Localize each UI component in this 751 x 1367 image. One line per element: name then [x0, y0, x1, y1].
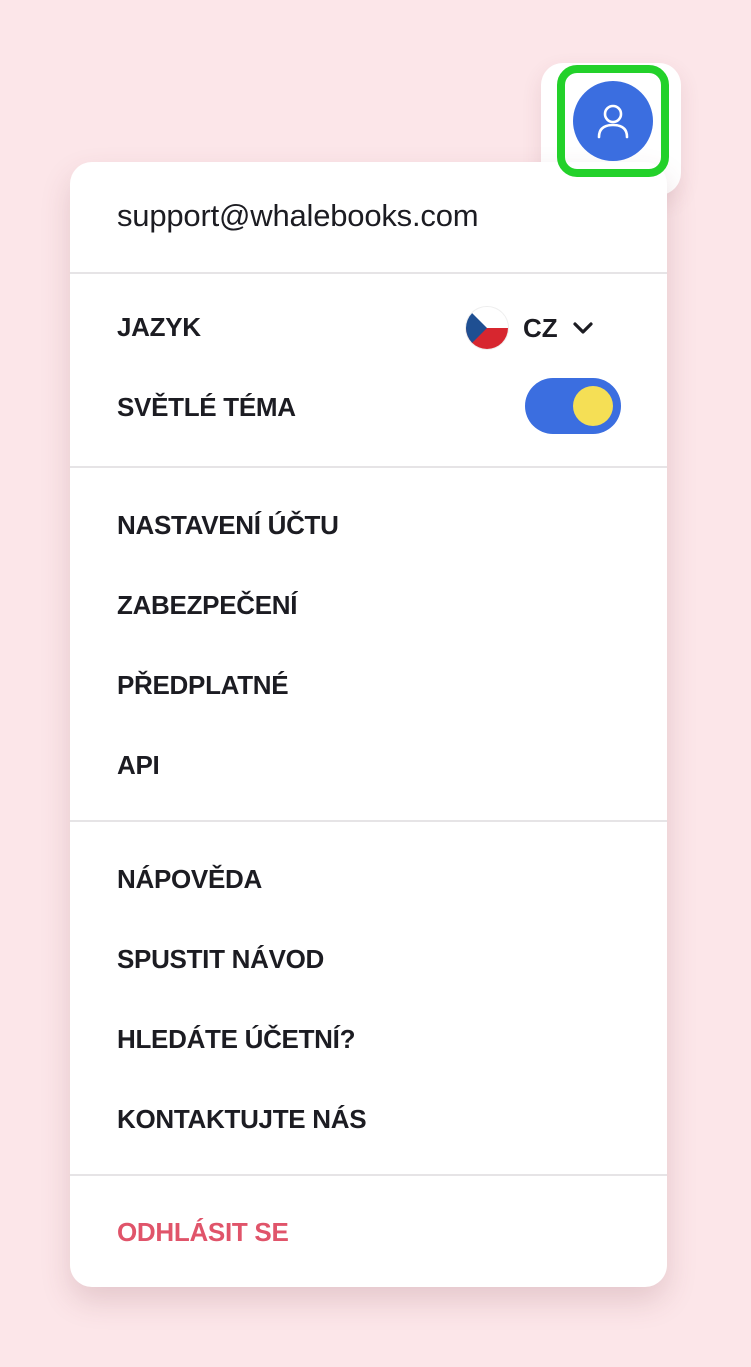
toggle-knob: [573, 386, 613, 426]
user-icon: [597, 104, 629, 139]
menu-item-security[interactable]: ZABEZPEČENÍ: [117, 590, 297, 621]
divider: [70, 820, 667, 822]
menu-item-subscription[interactable]: PŘEDPLATNÉ: [117, 670, 289, 701]
language-selector[interactable]: CZ: [466, 307, 594, 349]
menu-item-help[interactable]: NÁPOVĚDA: [117, 864, 262, 895]
divider: [70, 466, 667, 468]
menu-item-account-settings[interactable]: NASTAVENÍ ÚČTU: [117, 510, 339, 541]
menu-item-start-tutorial[interactable]: SPUSTIT NÁVOD: [117, 944, 324, 975]
account-email: support@whalebooks.com: [117, 198, 479, 233]
user-avatar-button[interactable]: [573, 81, 653, 161]
logout-button[interactable]: ODHLÁSIT SE: [117, 1217, 289, 1248]
divider: [70, 1174, 667, 1176]
theme-toggle[interactable]: [525, 378, 621, 434]
language-label: JAZYK: [117, 312, 201, 342]
menu-item-contact-us[interactable]: KONTAKTUJTE NÁS: [117, 1104, 367, 1135]
divider: [70, 272, 667, 274]
menu-item-api[interactable]: API: [117, 750, 160, 781]
czech-flag-icon: [466, 307, 508, 349]
language-code: CZ: [523, 312, 558, 343]
chevron-down-icon: [572, 321, 594, 335]
user-dropdown-menu: support@whalebooks.com JAZYK CZ SVĚTLÉ T…: [70, 162, 667, 1287]
theme-label: SVĚTLÉ TÉMA: [117, 392, 296, 422]
menu-item-find-accountant[interactable]: HLEDÁTE ÚČETNÍ?: [117, 1024, 355, 1055]
